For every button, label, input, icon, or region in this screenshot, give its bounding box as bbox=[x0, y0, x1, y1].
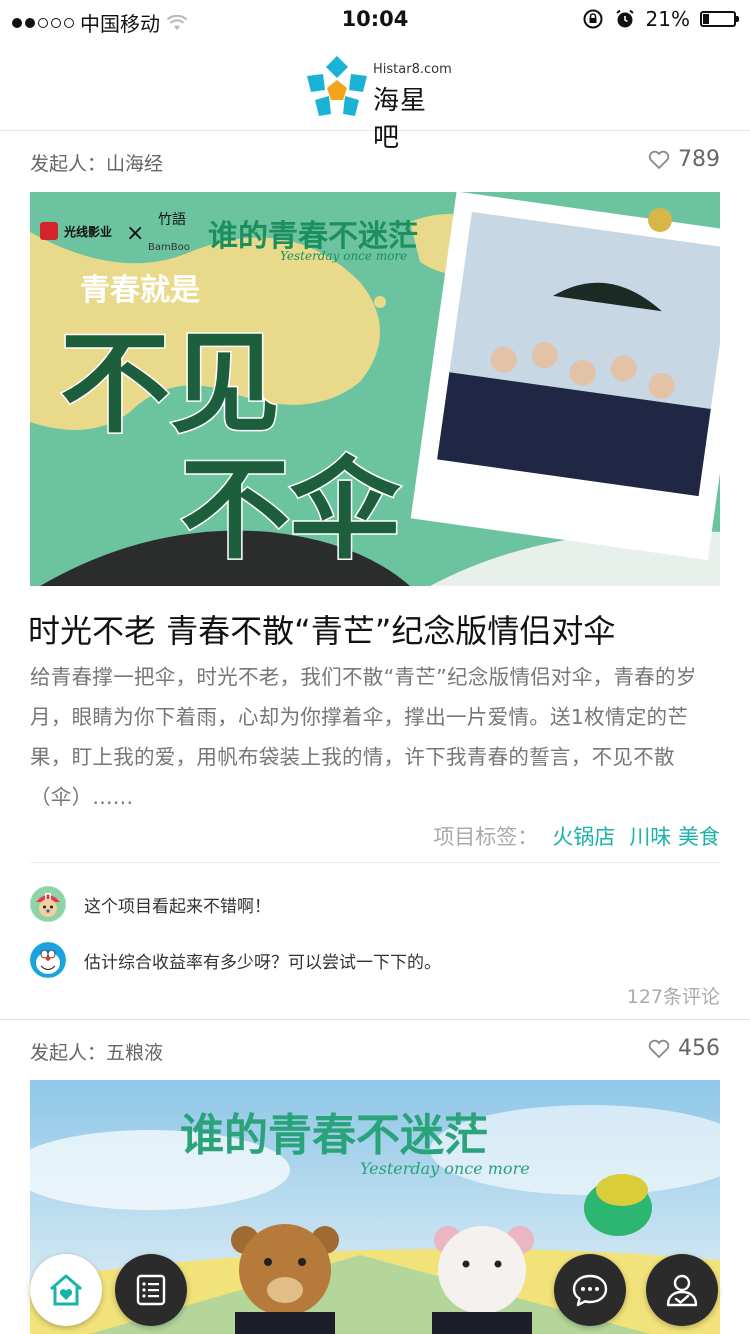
home-button[interactable] bbox=[30, 1254, 102, 1326]
project-card[interactable]: 发起人：五粮液 456 谁的青春不迷茫 Yesterday once more bbox=[0, 1020, 750, 1334]
battery-percent: 21% bbox=[645, 7, 690, 31]
heart-icon bbox=[648, 1039, 670, 1058]
cover-slogan-small: 青春就是 bbox=[80, 273, 200, 308]
like-count: 789 bbox=[678, 147, 720, 172]
rotation-lock-icon bbox=[583, 9, 603, 29]
cover-subtitle-art: Yesterday once more bbox=[360, 1159, 530, 1178]
comment-count-link[interactable]: 127条评论 bbox=[627, 982, 720, 1009]
tag-sichuan-food[interactable]: 川味 美食 bbox=[629, 821, 720, 851]
brand-bamboo-sub: BamBoo bbox=[148, 242, 190, 253]
battery-icon bbox=[700, 11, 739, 27]
tag-hotpot[interactable]: 火锅店 bbox=[552, 821, 615, 851]
cover-image[interactable]: 光线影业 × 竹語 BamBoo 谁的青春不迷茫 Yesterday once … bbox=[30, 192, 720, 586]
logo[interactable]: Histar8.com 海星吧 bbox=[303, 54, 453, 153]
project-card[interactable]: 发起人：山海经 789 光线影业 × 竹語 BamBoo 谁的青春不迷茫 Yes… bbox=[0, 131, 750, 1019]
svg-text:×: × bbox=[126, 221, 144, 246]
list-button[interactable] bbox=[115, 1254, 187, 1326]
tags-label: 项目标签： bbox=[433, 825, 539, 849]
comment-item[interactable]: 这个项目看起来不错啊！ bbox=[30, 886, 720, 922]
doraemon-avatar-icon bbox=[30, 942, 66, 978]
comment-text: 这个项目看起来不错啊！ bbox=[84, 896, 271, 917]
logo-en: Histar8.com bbox=[373, 62, 452, 77]
comment-text: 估计综合收益率有多少呀？可以尝试一下下的。 bbox=[84, 952, 441, 973]
project-description: 给青春撑一把伞，时光不老，我们不散“青芒”纪念版情侣对伞，青春的岁月，眼睛为你下… bbox=[30, 665, 697, 809]
chat-button[interactable] bbox=[554, 1254, 626, 1326]
cover-illustration: 光线影业 × 竹語 BamBoo 谁的青春不迷茫 Yesterday once … bbox=[30, 192, 720, 586]
status-right: 21% bbox=[582, 7, 739, 31]
cover-title-art: 谁的青春不迷茫 bbox=[180, 1110, 488, 1161]
status-bar: 中国移动 10:04 21% bbox=[0, 0, 750, 40]
chat-icon bbox=[572, 1274, 608, 1307]
initiator-label: 发起人：五粮液 bbox=[30, 1042, 164, 1064]
alarm-icon bbox=[615, 9, 634, 28]
initiator-label: 发起人：山海经 bbox=[30, 153, 164, 175]
home-icon bbox=[50, 1274, 82, 1306]
project-tags: 项目标签： 火锅店 川味 美食 bbox=[433, 821, 720, 851]
project-title[interactable]: 时光不老 青春不散“青芒”纪念版情侣对伞 bbox=[28, 606, 615, 652]
like-button[interactable]: 456 bbox=[648, 1036, 720, 1061]
comment-item[interactable]: 估计综合收益率有多少呀？可以尝试一下下的。 bbox=[30, 942, 720, 978]
profile-button[interactable] bbox=[646, 1254, 718, 1326]
starfish-logo-icon bbox=[307, 56, 367, 116]
brand-bamboo: 竹語 bbox=[158, 212, 186, 228]
list-icon bbox=[136, 1274, 166, 1306]
chopper-avatar-icon bbox=[30, 886, 66, 922]
like-count: 456 bbox=[678, 1036, 720, 1061]
cover-slogan-big-1: 不见 bbox=[60, 319, 280, 448]
divider bbox=[30, 862, 720, 863]
profile-icon bbox=[666, 1274, 698, 1307]
brand-enlight: 光线影业 bbox=[63, 224, 112, 239]
app-header: Histar8.com 海星吧 bbox=[0, 40, 750, 153]
like-button[interactable]: 789 bbox=[648, 147, 720, 172]
heart-icon bbox=[648, 150, 670, 169]
card-meta: 发起人：五粮液 456 bbox=[30, 1020, 720, 1080]
cover-slogan-big-2: 不伞 bbox=[180, 445, 401, 574]
cover-subtitle-art: Yesterday once more bbox=[280, 249, 407, 263]
card-meta: 发起人：山海经 789 bbox=[30, 131, 720, 191]
battery-fill bbox=[703, 14, 709, 24]
